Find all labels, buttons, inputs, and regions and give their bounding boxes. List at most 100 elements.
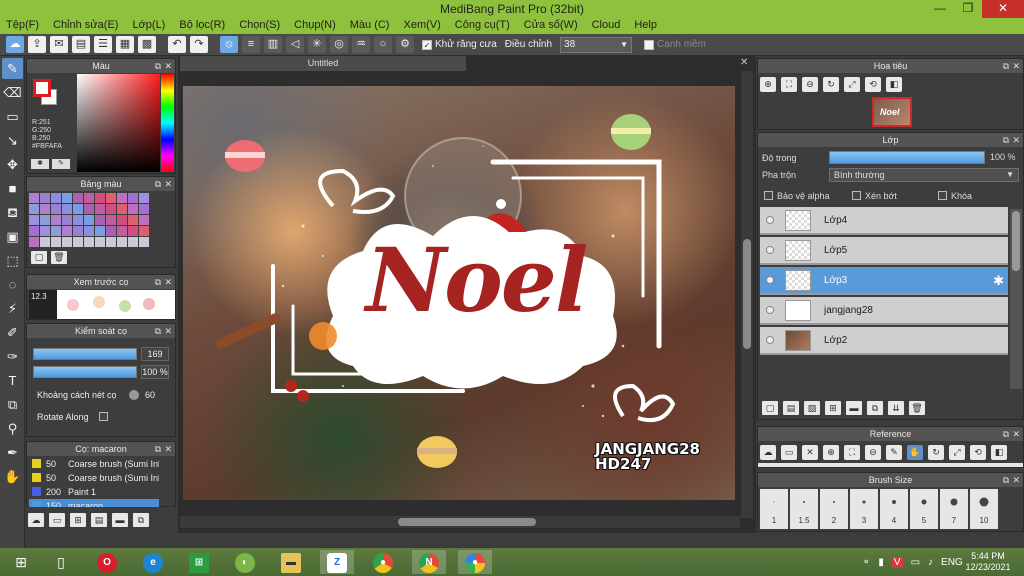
palette-swatch[interactable] — [128, 204, 138, 214]
snap-off-icon[interactable]: ⦸ — [220, 36, 238, 53]
medibang-icon[interactable]: ● — [458, 550, 492, 574]
new-layer-icon[interactable]: ▢ — [762, 401, 778, 415]
palette-swatch[interactable] — [128, 193, 138, 203]
palette-swatch[interactable] — [128, 237, 138, 247]
move-tool-icon[interactable]: ✥ — [2, 154, 23, 175]
close-icon[interactable]: ✕ — [1012, 427, 1020, 441]
hue-slider[interactable] — [161, 74, 174, 172]
menu-select[interactable]: Chọn(S) — [239, 18, 280, 34]
protect-alpha-checkbox[interactable]: Bảo vệ alpha — [764, 191, 830, 201]
text-tool-icon[interactable]: T — [2, 370, 23, 391]
grid-layout-icon[interactable]: ▦ — [116, 36, 134, 53]
palette-swatch[interactable] — [106, 193, 116, 203]
document-tab[interactable]: Untitled — [180, 56, 466, 71]
visibility-eye-icon[interactable] — [766, 336, 774, 344]
palette-swatch[interactable] — [117, 193, 127, 203]
brush-size-value[interactable]: 169 — [141, 347, 169, 361]
menu-tools[interactable]: Công cụ(T) — [455, 18, 510, 34]
menu-file[interactable]: Tệp(F) — [6, 18, 39, 34]
brush-size-preset[interactable]: 10 — [970, 489, 998, 529]
tile-icon[interactable]: ▩ — [138, 36, 156, 53]
bucket-tool-icon[interactable]: ⛾ — [2, 202, 23, 223]
curve-snap-icon[interactable]: ♒ — [352, 36, 370, 53]
hand-tool-icon[interactable]: ✋ — [2, 466, 23, 487]
close-button[interactable]: ✕ — [982, 0, 1024, 18]
palette-swatch[interactable] — [106, 237, 116, 247]
color-eyedropper-icon[interactable]: ✎ — [52, 159, 70, 169]
palette-swatch[interactable] — [29, 226, 39, 236]
visibility-eye-icon[interactable] — [766, 306, 774, 314]
close-icon[interactable]: ✕ — [740, 57, 748, 68]
correction-select[interactable]: 38 ▼ — [560, 36, 633, 53]
new-8bit-layer-icon[interactable]: ▧ — [804, 401, 820, 415]
page-list-icon[interactable]: ☰ — [94, 36, 112, 53]
float-icon[interactable]: ⧉ — [155, 177, 161, 191]
eraser-tool-icon[interactable]: ⌫ — [2, 82, 23, 103]
palette-swatch[interactable] — [29, 237, 39, 247]
brush-size-preset[interactable]: 1 — [760, 489, 788, 529]
ref-reset-icon[interactable]: ⟲ — [970, 445, 986, 460]
zoom-in-icon[interactable]: ⊕ — [760, 77, 776, 92]
foreground-color-swatch[interactable] — [33, 79, 51, 97]
brush-size-preset[interactable]: 3 — [850, 489, 878, 529]
brush-size-preset[interactable]: 1.5 — [790, 489, 818, 529]
ref-hand-icon[interactable]: ✋ — [907, 445, 923, 460]
ref-fit-icon[interactable]: ⛶ — [844, 445, 860, 460]
lock-checkbox[interactable]: Khóa — [938, 191, 972, 201]
snap-settings-icon[interactable]: ⚙ — [396, 36, 414, 53]
taskbar-clock[interactable]: 5:44 PM 12/23/2021 — [962, 551, 1014, 573]
float-icon[interactable]: ⧉ — [1003, 427, 1009, 441]
brush-size-preset[interactable]: 5 — [910, 489, 938, 529]
palette-swatch[interactable] — [62, 237, 72, 247]
palette-swatch[interactable] — [62, 193, 72, 203]
menu-window[interactable]: Cửa sổ(W) — [524, 18, 578, 34]
palette-swatch[interactable] — [73, 226, 83, 236]
brush-list-item[interactable]: 200 Paint 1 — [29, 485, 159, 499]
fill-rect-icon[interactable]: ■ — [2, 178, 23, 199]
menu-layer[interactable]: Lớp(L) — [132, 18, 165, 34]
lasso-tool-icon[interactable]: ◌ — [2, 274, 23, 295]
palette-swatch[interactable] — [117, 204, 127, 214]
palette-swatch[interactable] — [106, 204, 116, 214]
pen-tool-icon[interactable]: ✒ — [2, 442, 23, 463]
ref-rotate-icon[interactable]: ↻ — [928, 445, 944, 460]
palette-swatch[interactable] — [51, 226, 61, 236]
rotate-along-checkbox[interactable] — [99, 412, 108, 421]
brush-copy-icon[interactable]: ⧉ — [133, 513, 149, 527]
palette-swatch[interactable] — [73, 237, 83, 247]
palette-swatch[interactable] — [40, 237, 50, 247]
file-icon[interactable]: ▯ — [44, 550, 78, 574]
rotate-icon[interactable]: ↻ — [823, 77, 839, 92]
palette-swatch[interactable] — [51, 204, 61, 214]
duplicate-layer-icon[interactable]: ⧉ — [867, 401, 883, 415]
layer-row[interactable]: Lớp5 — [760, 237, 1008, 265]
radial-snap-icon[interactable]: ✳ — [308, 36, 326, 53]
close-icon[interactable]: ✕ — [1012, 473, 1020, 487]
cloud-icon[interactable]: ☁ — [6, 36, 24, 53]
palette-swatch[interactable] — [84, 237, 94, 247]
file-explorer-icon[interactable]: ▬ — [274, 550, 308, 574]
palette-swatch[interactable] — [62, 204, 72, 214]
brush-opacity-value[interactable]: 100 % — [141, 365, 169, 379]
palette-swatch[interactable] — [117, 215, 127, 225]
ref-actual-size-icon[interactable]: ⤢ — [949, 445, 965, 460]
layer-list-scrollbar[interactable] — [1010, 209, 1022, 389]
palette-swatch[interactable] — [40, 193, 50, 203]
ref-eyedropper-icon[interactable]: ✎ — [886, 445, 902, 460]
float-icon[interactable]: ⧉ — [1003, 473, 1009, 487]
float-icon[interactable]: ⧉ — [155, 324, 161, 338]
layer-row[interactable]: jangjang28 — [760, 297, 1008, 325]
float-icon[interactable]: ⧉ — [1003, 133, 1009, 147]
ref-zoom-in-icon[interactable]: ⊕ — [823, 445, 839, 460]
palette-swatch[interactable] — [95, 237, 105, 247]
palette-swatch[interactable] — [139, 215, 149, 225]
comment-icon[interactable]: ✉ — [50, 36, 68, 53]
navigator-thumbnail[interactable]: Noel — [872, 97, 912, 127]
palette-swatch[interactable] — [84, 215, 94, 225]
volume-icon[interactable]: ♪ — [928, 557, 933, 568]
palette-swatch[interactable] — [73, 215, 83, 225]
cross-snap-icon[interactable]: ▥ — [264, 36, 282, 53]
spacing-knob[interactable] — [129, 390, 139, 400]
palette-swatch[interactable] — [95, 215, 105, 225]
menu-filter[interactable]: Bộ lọc(R) — [179, 18, 225, 34]
